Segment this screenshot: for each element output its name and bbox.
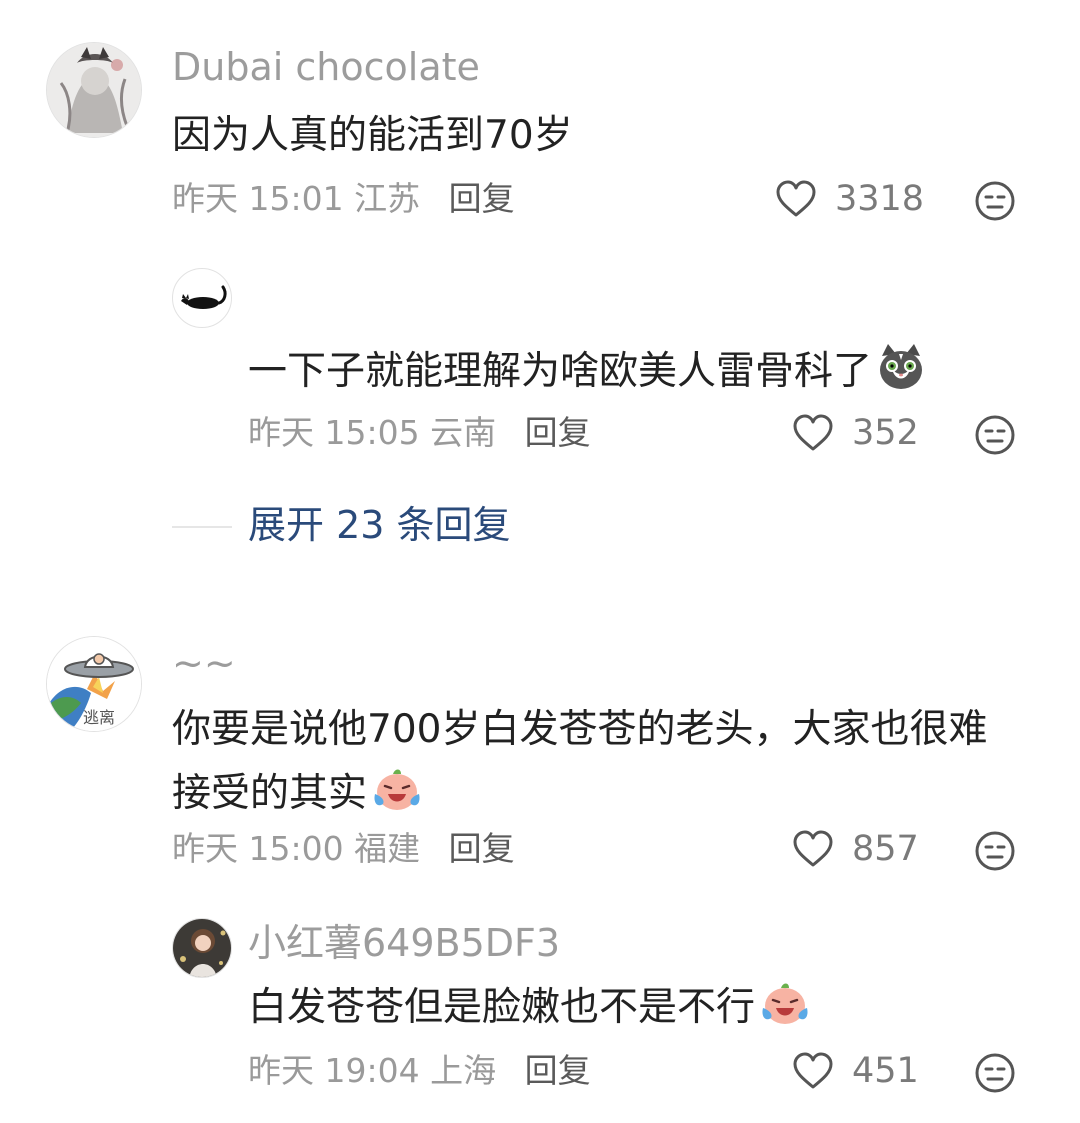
username[interactable]: 小红薯649B5DF3 (248, 924, 560, 962)
reply-button[interactable]: 回复 (525, 413, 591, 452)
avatar-illustration (47, 43, 141, 137)
reply-button[interactable]: 回复 (525, 1051, 591, 1090)
expand-replies-button[interactable]: 展开 23 条回复 (248, 506, 511, 544)
reply-button[interactable]: 回复 (449, 829, 515, 868)
reply-date: 昨天 (248, 1051, 314, 1090)
dislike-face-icon[interactable] (974, 1052, 1016, 1094)
avatar[interactable] (172, 268, 232, 328)
crying-laughing-emoji (762, 983, 808, 1024)
like-count: 857 (852, 828, 919, 869)
comment-date: 昨天 (172, 179, 238, 218)
comment-location: 福建 (354, 829, 421, 868)
dislike-face-icon[interactable] (974, 414, 1016, 456)
comment-meta: 昨天 15:01 江苏 回复 (172, 182, 515, 215)
cat-face-emoji (880, 344, 923, 389)
reply-text: 一下子就能理解为啥欧美人雷骨科了 (248, 340, 926, 404)
reply-time: 15:05 (324, 413, 420, 452)
comment-time: 15:00 (248, 829, 344, 868)
comment-time: 15:01 (248, 179, 344, 218)
comment-text-line: 你要是说他700岁白发苍苍的老头，大家也很难 (172, 707, 988, 752)
reply-time: 19:04 (324, 1051, 420, 1090)
comment-text-line-body: 接受的其实 (172, 771, 368, 816)
comment-location: 江苏 (354, 179, 421, 218)
dislike-face-icon[interactable] (974, 180, 1016, 222)
svg-text:逃离: 逃离 (83, 708, 115, 727)
heart-icon (793, 830, 833, 867)
avatar[interactable]: 逃离 (46, 636, 142, 732)
heart-icon (776, 180, 816, 217)
avatar[interactable] (172, 918, 232, 978)
black-cat-icon (181, 285, 227, 309)
ufo-earth-avatar: 逃离 (47, 637, 141, 731)
reply-location: 上海 (430, 1051, 497, 1090)
expand-divider (172, 526, 232, 528)
crying-laughing-emoji (374, 769, 420, 810)
reply-location: 云南 (430, 413, 497, 452)
username[interactable]: ~~ (172, 644, 236, 682)
comment-text: 因为人真的能活到70岁 (172, 113, 573, 158)
like-count: 451 (852, 1050, 919, 1091)
like-button[interactable]: 857 (792, 830, 919, 868)
reply-date: 昨天 (248, 413, 314, 452)
reply-meta: 昨天 15:05 云南 回复 (248, 416, 591, 449)
comment-text-line: 接受的其实 (172, 762, 987, 826)
comment-meta: 昨天 15:00 福建 回复 (172, 832, 515, 865)
like-button[interactable]: 352 (792, 414, 919, 452)
dislike-face-icon[interactable] (974, 830, 1016, 872)
heart-icon (793, 1052, 833, 1089)
reply-text-body: 白发苍苍但是脸嫩也不是不行 (248, 985, 756, 1030)
reply-button[interactable]: 回复 (449, 179, 515, 218)
girl-avatar (173, 919, 231, 977)
comment-date: 昨天 (172, 829, 238, 868)
heart-icon (793, 414, 833, 451)
reply-meta: 昨天 19:04 上海 回复 (248, 1054, 591, 1087)
username[interactable]: Dubai chocolate (172, 48, 480, 86)
like-button[interactable]: 451 (792, 1052, 919, 1090)
like-count: 352 (852, 412, 919, 453)
like-button[interactable]: 3318 (775, 180, 924, 218)
like-count: 3318 (835, 178, 925, 219)
avatar[interactable] (46, 42, 142, 138)
comment-text: 你要是说他700岁白发苍苍的老头，大家也很难 接受的其实 (172, 698, 987, 826)
reply-text: 白发苍苍但是脸嫩也不是不行 (248, 976, 811, 1040)
reply-text-body: 一下子就能理解为啥欧美人雷骨科了 (248, 349, 873, 394)
